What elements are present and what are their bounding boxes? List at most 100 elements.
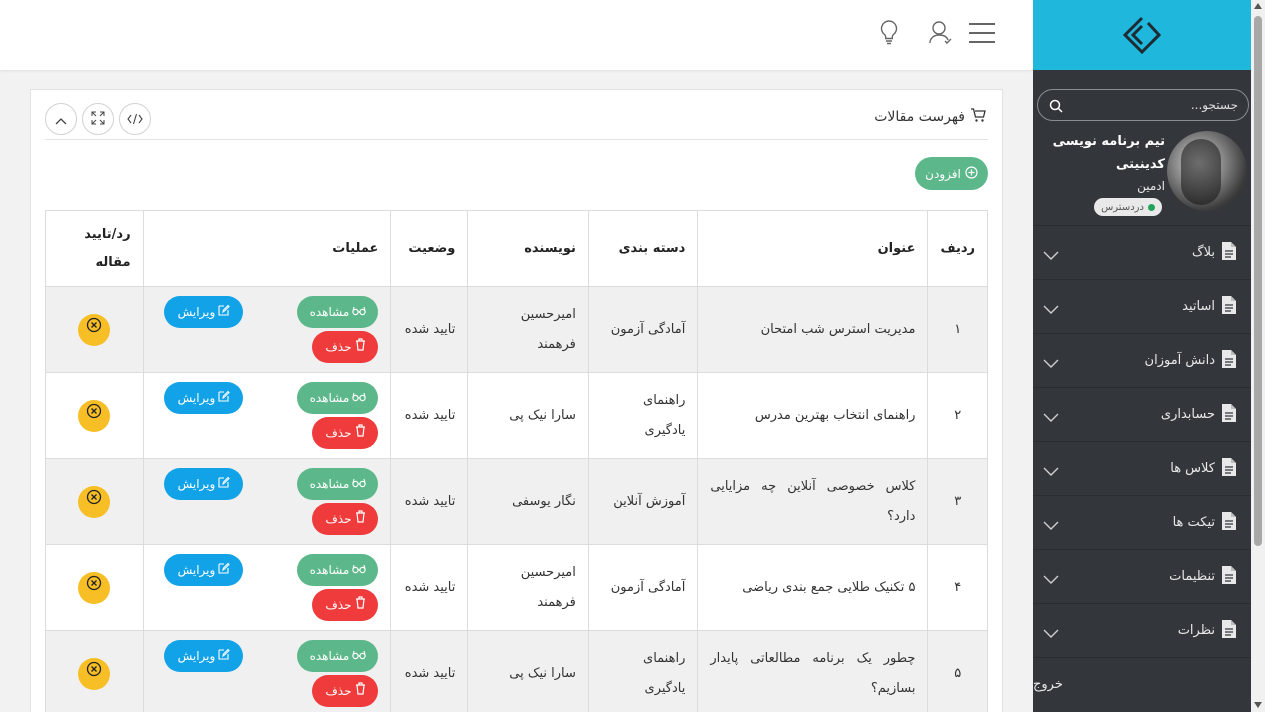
scroll-down-arrow-icon[interactable] (1254, 702, 1262, 708)
chevron-down-icon[interactable] (1043, 570, 1059, 589)
divider (45, 139, 988, 140)
cell-reject (45, 630, 144, 712)
edit-label: ویرایش (177, 304, 216, 319)
edit-button[interactable]: ویرایش (164, 467, 244, 500)
cell-category: آمادگی آزمون (587, 286, 699, 373)
lightbulb-icon[interactable] (878, 19, 900, 49)
code-button[interactable] (119, 103, 151, 135)
delete-label: حذف (325, 683, 352, 698)
header-row-number: ردیف (927, 210, 988, 287)
add-button[interactable]: افزودن (915, 157, 988, 190)
cell-status: تایید شده (390, 458, 469, 545)
sidebar-item-label-wrap: نظرات (1178, 619, 1237, 643)
collapse-button[interactable] (45, 103, 77, 135)
sidebar-item[interactable]: کلاس ها (1033, 441, 1251, 495)
scrollbar[interactable] (1251, 0, 1265, 712)
edit-button[interactable]: ویرایش (164, 553, 244, 586)
view-button[interactable]: مشاهده (297, 639, 379, 672)
document-icon (1221, 619, 1237, 643)
chevron-down-icon[interactable] (1043, 624, 1059, 643)
chevron-down-icon[interactable] (1043, 516, 1059, 535)
view-label: مشاهده (309, 476, 350, 491)
table-row: ۵ چطور یک برنامه مطالعاتی پایدار بسازیم؟ ر… (45, 630, 988, 712)
sidebar-item-label: تیکت ها (1172, 515, 1215, 530)
sidebar-item-label-wrap: حسابداری (1161, 403, 1237, 427)
logo-icon (1122, 16, 1162, 55)
hamburger-menu-icon[interactable] (968, 22, 996, 48)
scroll-up-arrow-icon[interactable] (1254, 3, 1262, 9)
cell-title: چطور یک برنامه مطالعاتی پایدار بسازیم؟ (697, 630, 929, 712)
logo[interactable] (1033, 0, 1251, 70)
document-icon (1221, 241, 1237, 265)
sidebar-item[interactable]: تنظیمات (1033, 549, 1251, 603)
chevron-down-icon[interactable] (1043, 246, 1059, 265)
status-text: دردسترس (1101, 201, 1144, 213)
table-header-row: ردیف عنوان دسته بندی نویسنده وضعیت عملیا… (45, 210, 988, 287)
user-icon[interactable] (928, 19, 952, 49)
glasses-icon (352, 297, 366, 327)
add-button-label: افزودن (925, 166, 961, 181)
avatar[interactable] (1167, 131, 1247, 211)
trash-icon (355, 676, 366, 706)
cell-reject (45, 544, 144, 631)
reject-button[interactable] (78, 657, 111, 690)
sidebar-item-label: حسابداری (1160, 407, 1215, 422)
sidebar-item-label-wrap: کلاس ها (1170, 457, 1237, 481)
sidebar-item[interactable]: حسابداری (1033, 387, 1251, 441)
view-button[interactable]: مشاهده (297, 381, 379, 414)
online-dot-icon (1147, 203, 1155, 211)
delete-button[interactable]: حذف (312, 330, 379, 363)
cell-status: تایید شده (390, 544, 469, 631)
cell-author: سارا نیک پی (467, 630, 589, 712)
cell-operations: مشاهده حذف ویرایش (142, 630, 392, 712)
document-icon (1221, 511, 1237, 535)
reject-button[interactable] (78, 313, 111, 346)
edit-label: ویرایش (177, 562, 216, 577)
header-author: نویسنده (467, 210, 589, 287)
reject-button[interactable] (78, 399, 111, 432)
status-badge: دردسترس (1094, 198, 1162, 216)
reject-button[interactable] (78, 571, 111, 604)
delete-button[interactable]: حذف (312, 502, 379, 535)
trash-icon (355, 332, 366, 362)
header-operations: عملیات (142, 210, 392, 287)
cell-category: آموزش آنلاین (587, 458, 699, 545)
close-circle-icon (86, 315, 102, 345)
search-icon[interactable] (1049, 98, 1063, 117)
header-title: عنوان (697, 210, 929, 287)
fullscreen-button[interactable] (82, 103, 114, 135)
chevron-down-icon[interactable] (1043, 354, 1059, 373)
cell-operations: مشاهده حذف ویرایش (142, 458, 392, 545)
sidebar-item[interactable]: تیکت ها (1033, 495, 1251, 549)
delete-button[interactable]: حذف (312, 416, 379, 449)
edit-icon (218, 297, 231, 327)
expand-icon (91, 110, 105, 129)
sidebar-item[interactable]: دانش آموزان (1033, 333, 1251, 387)
edit-button[interactable]: ویرایش (164, 295, 244, 328)
chevron-down-icon[interactable] (1043, 408, 1059, 427)
chevron-down-icon[interactable] (1043, 300, 1059, 319)
edit-button[interactable]: ویرایش (164, 639, 244, 672)
search-input[interactable] (1038, 90, 1248, 120)
edit-button[interactable]: ویرایش (164, 381, 244, 414)
delete-button[interactable]: حذف (312, 588, 379, 621)
plus-circle-icon (965, 165, 978, 182)
sidebar-item-label: نظرات (1177, 623, 1215, 638)
view-button[interactable]: مشاهده (297, 553, 379, 586)
sidebar-item[interactable]: نظرات (1033, 603, 1251, 657)
scrollbar-thumb[interactable] (1254, 16, 1262, 546)
card-title: فهرست مقالات (874, 107, 986, 127)
trash-icon (355, 418, 366, 448)
delete-button[interactable]: حذف (312, 674, 379, 707)
reject-button[interactable] (78, 485, 111, 518)
table-row: ٣ کلاس خصوصی آنلاین چه مزایایی دارد؟ آموزش… (45, 458, 988, 545)
sidebar-item-label-wrap: تنظیمات (1169, 565, 1237, 589)
sidebar-item[interactable]: بلاگ (1033, 225, 1251, 279)
logout-button[interactable]: خروج (1033, 657, 1251, 711)
cell-reject (45, 286, 144, 373)
view-button[interactable]: مشاهده (297, 467, 379, 500)
view-button[interactable]: مشاهده (297, 295, 379, 328)
sidebar-item[interactable]: اساتید (1033, 279, 1251, 333)
sidebar-item-label-wrap: اساتید (1182, 295, 1237, 319)
chevron-down-icon[interactable] (1043, 462, 1059, 481)
